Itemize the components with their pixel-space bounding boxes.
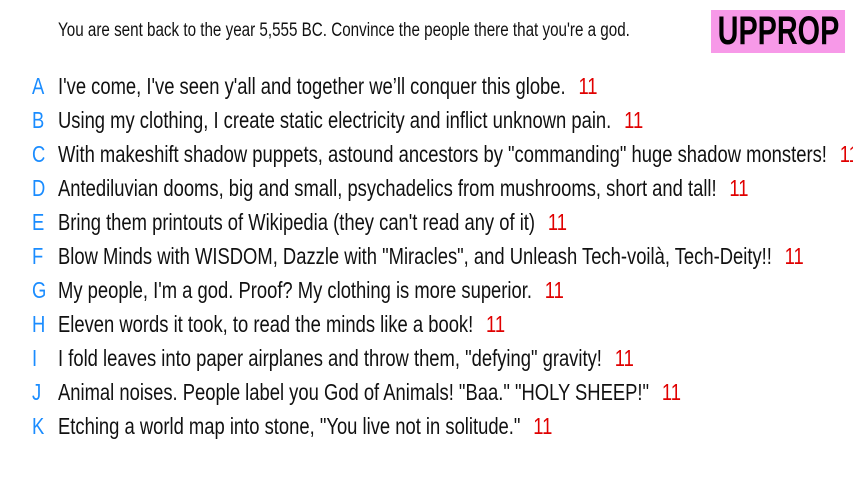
answer-text: Bring them printouts of Wikipedia (they … <box>58 209 536 235</box>
answer-row: B Using my clothing, I create static elec… <box>0 107 853 137</box>
answer-letter: C <box>32 141 46 167</box>
answer-text: Etching a world map into stone, "You liv… <box>58 413 521 439</box>
answer-line: Bring them printouts of Wikipedia (they … <box>58 209 567 236</box>
upprop-logo: UPPROP <box>711 9 845 53</box>
answer-score: 11 <box>486 311 506 337</box>
answer-line: Using my clothing, I create static elect… <box>58 107 643 134</box>
answer-score: 11 <box>624 107 644 133</box>
answer-row: K Etching a world map into stone, "You li… <box>0 413 853 443</box>
answer-letter: D <box>32 175 46 201</box>
answer-line: My people, I'm a god. Proof? My clothing… <box>58 277 564 304</box>
logo-text: UPPROP <box>717 9 839 53</box>
answer-text: Using my clothing, I create static elect… <box>58 107 612 133</box>
answer-row: I I fold leaves into paper airplanes and … <box>0 345 853 375</box>
answer-score: 11 <box>661 379 681 405</box>
answer-row: C With makeshift shadow puppets, astound … <box>0 141 853 171</box>
answer-line: With makeshift shadow puppets, astound a… <box>58 141 853 168</box>
answer-row: D Antediluvian dooms, big and small, psyc… <box>0 175 853 205</box>
answer-score: 11 <box>614 345 634 371</box>
answer-letter: I <box>32 345 38 371</box>
answer-letter: F <box>32 243 44 269</box>
answer-letter: H <box>32 311 46 337</box>
answer-text: I've come, I've seen y'all and together … <box>58 73 566 99</box>
answer-line: Animal noises. People label you God of A… <box>58 379 681 406</box>
answer-letter: B <box>32 107 45 133</box>
answer-line: I fold leaves into paper airplanes and t… <box>58 345 634 372</box>
answer-row: G My people, I'm a god. Proof? My clothin… <box>0 277 853 307</box>
answer-letter: G <box>32 277 47 303</box>
answer-row: F Blow Minds with WISDOM, Dazzle with "Mi… <box>0 243 853 273</box>
answer-score: 11 <box>544 277 564 303</box>
answer-score: 11 <box>578 73 598 99</box>
prompt-text: You are sent back to the year 5,555 BC. … <box>58 20 630 41</box>
answer-letter: J <box>32 379 42 405</box>
answer-score: 11 <box>839 141 853 167</box>
answer-row: A I've come, I've seen y'all and together… <box>0 73 853 103</box>
answer-letter: A <box>32 73 45 99</box>
answer-line: Blow Minds with WISDOM, Dazzle with "Mir… <box>58 243 804 270</box>
answer-line: I've come, I've seen y'all and together … <box>58 73 598 100</box>
answer-text: Blow Minds with WISDOM, Dazzle with "Mir… <box>58 243 772 269</box>
answer-line: Etching a world map into stone, "You liv… <box>58 413 552 440</box>
answer-score: 11 <box>729 175 749 201</box>
answer-letter: K <box>32 413 45 439</box>
answer-text: With makeshift shadow puppets, astound a… <box>58 141 827 167</box>
answer-score: 11 <box>533 413 553 439</box>
answer-text: I fold leaves into paper airplanes and t… <box>58 345 602 371</box>
answer-text: Eleven words it took, to read the minds … <box>58 311 474 337</box>
answer-row: E Bring them printouts of Wikipedia (they… <box>0 209 853 239</box>
answer-text: My people, I'm a god. Proof? My clothing… <box>58 277 532 303</box>
answer-line: Eleven words it took, to read the minds … <box>58 311 505 338</box>
answer-line: Antediluvian dooms, big and small, psych… <box>58 175 749 202</box>
answer-text: Antediluvian dooms, big and small, psych… <box>58 175 717 201</box>
answer-row: J Animal noises. People label you God of … <box>0 379 853 409</box>
answer-score: 11 <box>547 209 567 235</box>
answer-letter: E <box>32 209 45 235</box>
answer-score: 11 <box>784 243 804 269</box>
answer-text: Animal noises. People label you God of A… <box>58 379 650 405</box>
answer-row: H Eleven words it took, to read the minds… <box>0 311 853 341</box>
